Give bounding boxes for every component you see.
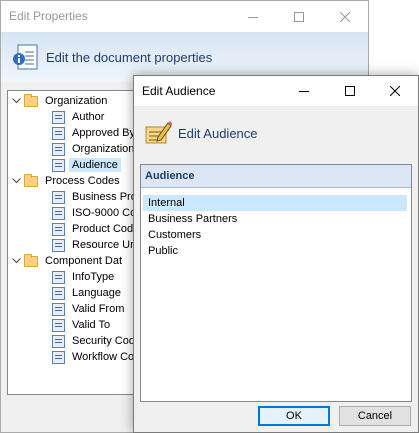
folder-icon: [24, 173, 38, 187]
document-info-icon: [13, 44, 38, 70]
dialog-close-button[interactable]: [372, 76, 418, 106]
property-icon: [52, 126, 65, 140]
dialog-maximize-button[interactable]: [327, 76, 373, 106]
tree-label: Workflow Co: [72, 351, 135, 363]
edit-audience-dialog: Edit Audience Edit Audience Audience Int…: [133, 75, 419, 433]
tree-label: Resource Ur: [72, 239, 134, 251]
tree-group[interactable]: Component Dat: [10, 253, 124, 269]
tree-item[interactable]: Language: [52, 285, 123, 301]
property-icon: [52, 190, 65, 204]
tree-item[interactable]: Valid To: [52, 317, 112, 333]
list-item[interactable]: Customers: [143, 227, 407, 243]
property-icon: [52, 302, 65, 316]
minimize-button[interactable]: [230, 1, 276, 32]
edit-audience-titlebar[interactable]: Edit Audience: [134, 76, 418, 106]
minimize-icon: [299, 91, 309, 92]
tree-item[interactable]: ISO-9000 Co: [52, 205, 138, 221]
property-icon: [52, 158, 65, 172]
tree-group[interactable]: Organization: [10, 93, 109, 109]
tree-item[interactable]: InfoType: [52, 269, 116, 285]
tree-item[interactable]: Business Pro: [52, 189, 139, 205]
folder-icon: [24, 93, 38, 107]
tree-label: InfoType: [72, 271, 115, 283]
maximize-button[interactable]: [276, 1, 322, 32]
tree-label: Component Dat: [45, 255, 123, 267]
property-icon: [52, 142, 65, 156]
cancel-button[interactable]: Cancel: [339, 406, 411, 426]
tree-label: Audience: [69, 158, 121, 172]
tree-item[interactable]: Organization: [52, 141, 136, 157]
audience-header: Edit Audience: [134, 106, 418, 158]
tree-label: Valid From: [72, 303, 125, 315]
folder-icon: [24, 253, 38, 267]
tree-label: Valid To: [72, 319, 111, 331]
close-button[interactable]: [322, 1, 368, 32]
tree-item[interactable]: Valid From: [52, 301, 126, 317]
tree-label: Organization: [72, 143, 135, 155]
tree-item[interactable]: Audience: [52, 157, 121, 173]
chevron-down-icon[interactable]: [10, 93, 22, 109]
tree-label: Language: [72, 287, 121, 299]
properties-header-title: Edit the document properties: [46, 50, 213, 65]
maximize-icon: [294, 11, 304, 22]
tree-label: Security Cod: [72, 335, 135, 347]
cancel-button-label: Cancel: [357, 410, 393, 422]
minimize-icon: [248, 16, 258, 18]
list-item[interactable]: Business Partners: [143, 211, 407, 227]
tree-label: Organization: [45, 95, 108, 107]
tree-item[interactable]: Product Cod: [52, 221, 135, 237]
tree-label: Approved By: [72, 127, 135, 139]
property-icon: [52, 110, 65, 124]
maximize-icon: [345, 86, 355, 96]
ok-button[interactable]: OK: [258, 406, 330, 426]
tree-label: Business Pro: [72, 191, 137, 203]
property-icon: [52, 286, 65, 300]
audience-list[interactable]: Audience Internal Business Partners Custom…: [140, 164, 412, 402]
tree-group[interactable]: Process Codes: [10, 173, 122, 189]
chevron-down-icon[interactable]: [10, 253, 22, 269]
list-item[interactable]: Public: [143, 243, 407, 259]
close-icon: [340, 11, 350, 22]
edit-pencil-icon: [145, 121, 172, 144]
tree-label: Product Cod: [72, 223, 134, 235]
ok-button-label: OK: [286, 410, 302, 422]
tree-label: Process Codes: [45, 175, 120, 187]
tree-label: ISO-9000 Co: [72, 207, 137, 219]
tree-label: Author: [72, 111, 105, 123]
property-icon: [52, 222, 65, 236]
chevron-down-icon[interactable]: [10, 173, 22, 189]
tree-item[interactable]: Workflow Co: [52, 349, 136, 365]
property-icon: [52, 350, 65, 364]
property-icon: [52, 334, 65, 348]
tree-item[interactable]: Resource Ur: [52, 237, 136, 253]
property-icon: [52, 270, 65, 284]
audience-list-header: Audience: [141, 165, 411, 188]
property-icon: [52, 206, 65, 220]
dialog-minimize-button[interactable]: [281, 76, 327, 106]
edit-properties-titlebar[interactable]: Edit Properties: [1, 1, 368, 32]
list-item[interactable]: Internal: [143, 195, 407, 211]
property-icon: [52, 318, 65, 332]
tree-item[interactable]: Author: [52, 109, 106, 125]
audience-header-title: Edit Audience: [178, 126, 258, 141]
edit-properties-title: Edit Properties: [9, 9, 88, 23]
close-icon: [390, 86, 400, 96]
audience-list-header-label: Audience: [145, 170, 195, 182]
edit-audience-title: Edit Audience: [142, 84, 216, 98]
tree-item[interactable]: Approved By: [52, 125, 137, 141]
property-icon: [52, 238, 65, 252]
tree-item[interactable]: Security Cod: [52, 333, 137, 349]
